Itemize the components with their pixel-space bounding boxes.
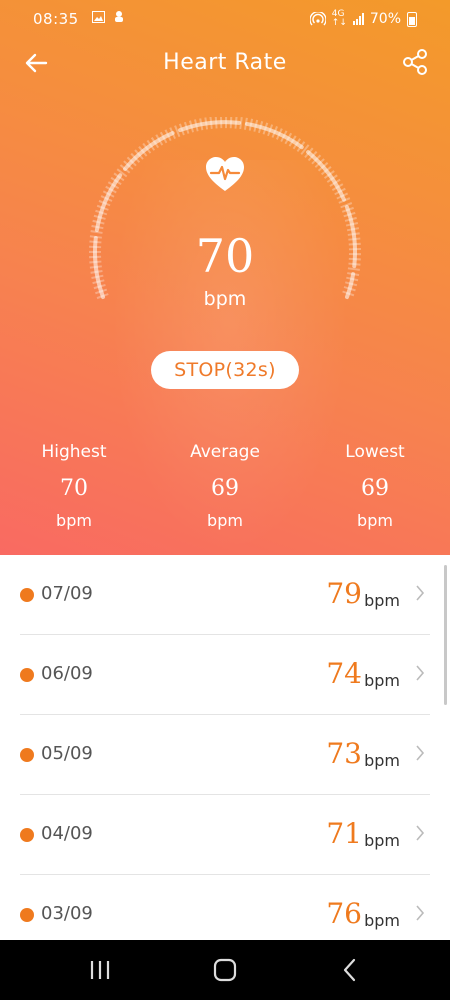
status-time: 08:35 <box>33 10 79 28</box>
chevron-right-icon <box>416 665 425 681</box>
chevron-right-icon <box>416 745 425 761</box>
history-unit: bpm <box>364 751 400 770</box>
signal-icon <box>352 13 364 25</box>
chevron-right-icon <box>416 905 425 921</box>
stat-lowest: Lowest 69 bpm <box>315 442 435 530</box>
hero-panel: 08:35 4G↑↓ 70% Heart Rate 70 bpm STOP(3 <box>0 0 450 555</box>
back-nav-icon <box>343 958 356 982</box>
history-list: 07/09 79 bpm 06/09 74 bpm 05/09 73 bpm 0… <box>0 555 450 940</box>
history-unit: bpm <box>364 591 400 610</box>
stat-highest: Highest 70 bpm <box>14 442 134 530</box>
history-value: 76 <box>326 897 362 930</box>
history-row[interactable]: 03/09 76 bpm <box>0 875 450 940</box>
network-type-icon: 4G ↑↓ <box>331 9 347 28</box>
stat-value: 70 <box>60 476 88 501</box>
heart-rate-gauge <box>89 117 361 300</box>
stat-value: 69 <box>211 476 239 501</box>
heart-pulse-icon <box>206 157 244 191</box>
status-dot <box>20 668 34 682</box>
home-button[interactable] <box>205 955 245 985</box>
share-button[interactable] <box>400 47 430 77</box>
hotspot-icon <box>309 12 326 26</box>
stat-average: Average 69 bpm <box>165 442 285 530</box>
stat-label: Highest <box>41 442 107 462</box>
status-dot <box>20 588 34 602</box>
history-date: 03/09 <box>41 903 93 924</box>
stat-unit: bpm <box>357 511 393 530</box>
battery-percent: 70% <box>369 11 401 27</box>
history-unit: bpm <box>364 831 400 850</box>
history-value: 79 <box>326 577 362 610</box>
app-header: Heart Rate <box>0 38 450 88</box>
status-dot <box>20 828 34 842</box>
history-value: 74 <box>326 657 362 690</box>
stat-label: Lowest <box>345 442 405 462</box>
recent-apps-icon <box>90 961 110 979</box>
chevron-right-icon <box>416 825 425 841</box>
stat-unit: bpm <box>207 511 243 530</box>
history-value: 73 <box>326 737 362 770</box>
status-bar: 08:35 4G ↑↓ 70% <box>0 0 450 38</box>
history-row[interactable]: 07/09 79 bpm <box>0 555 450 635</box>
history-unit: bpm <box>364 671 400 690</box>
history-date: 04/09 <box>41 823 93 844</box>
history-date: 05/09 <box>41 743 93 764</box>
stat-label: Average <box>190 442 260 462</box>
gallery-notification-icon <box>92 11 105 23</box>
share-icon <box>403 49 427 75</box>
history-unit: bpm <box>364 911 400 930</box>
stat-value: 69 <box>361 476 389 501</box>
history-row[interactable]: 05/09 73 bpm <box>0 715 450 795</box>
status-dot <box>20 748 34 762</box>
history-value: 71 <box>326 817 362 850</box>
history-date: 07/09 <box>41 583 93 604</box>
current-heart-rate: 70 <box>195 229 255 283</box>
notification-icons <box>92 10 125 27</box>
history-date: 06/09 <box>41 663 93 684</box>
stop-button[interactable]: STOP(32s) <box>151 351 299 389</box>
status-right: 4G ↑↓ 70% <box>309 9 417 28</box>
scrollbar[interactable] <box>444 565 447 705</box>
current-heart-rate-unit: bpm <box>203 288 247 310</box>
recent-apps-button[interactable] <box>80 955 120 985</box>
back-nav-button[interactable] <box>330 955 370 985</box>
home-icon <box>213 958 237 982</box>
battery-icon <box>407 11 417 27</box>
system-nav-bar <box>0 940 450 1000</box>
chevron-right-icon <box>416 585 425 601</box>
status-dot <box>20 908 34 922</box>
page-title: Heart Rate <box>163 50 287 75</box>
history-row[interactable]: 06/09 74 bpm <box>0 635 450 715</box>
history-row[interactable]: 04/09 71 bpm <box>0 795 450 875</box>
stat-unit: bpm <box>56 511 92 530</box>
app-notification-icon <box>115 11 124 22</box>
